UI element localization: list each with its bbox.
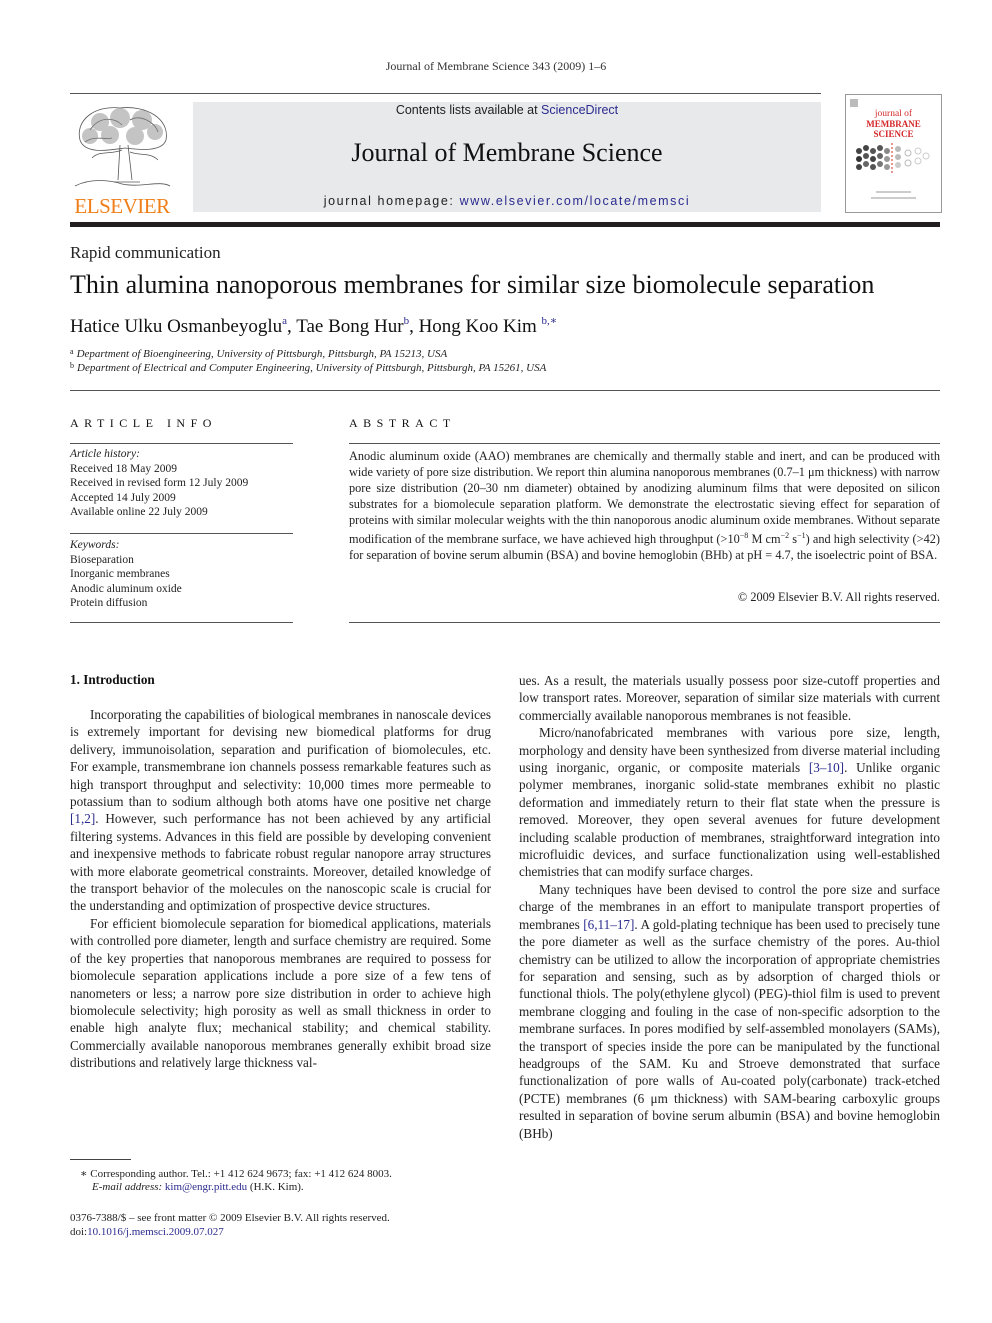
abstract-part: s	[789, 532, 798, 546]
author-name: Hong Koo Kim	[418, 316, 537, 337]
paragraph: Micro/nanofabricated membranes with vari…	[519, 724, 940, 881]
article-info-heading: ARTICLE INFO	[70, 416, 217, 430]
affiliation-mark: b	[70, 361, 74, 370]
author-list: Hatice Ulku Osmanbeyoglua, Tae Bong Hurb…	[70, 315, 558, 337]
affiliation-text: Department of Bioengineering, University…	[76, 348, 448, 360]
article-type: Rapid communication	[70, 243, 221, 262]
journal-cover-thumbnail: journal of MEMBRANE SCIENCE	[845, 94, 942, 213]
footnote-rule	[70, 1159, 131, 1160]
affiliation-text: Department of Electrical and Computer En…	[77, 362, 547, 374]
citation-link[interactable]: [3–10]	[809, 760, 844, 775]
cover-title-line2: MEMBRANE	[866, 119, 921, 129]
divider	[70, 390, 940, 391]
doi-prefix: doi:	[70, 1226, 88, 1238]
cover-footer-text-2	[871, 197, 916, 199]
homepage-line: journal homepage: www.elsevier.com/locat…	[193, 194, 821, 208]
cover-footer-text	[876, 191, 911, 193]
author-name: Tae Bong Hur	[296, 316, 404, 337]
author-name: Hatice Ulku Osmanbeyoglu	[70, 316, 283, 337]
homepage-link[interactable]: www.elsevier.com/locate/memsci	[460, 194, 691, 208]
paragraph-text: Incorporating the capabilities of biolog…	[70, 707, 491, 810]
header-thick-rule	[70, 222, 940, 227]
abstract-heading: ABSTRACT	[349, 416, 456, 430]
keyword: Inorganic membranes	[70, 568, 170, 580]
paper-title: Thin alumina nanoporous membranes for si…	[70, 270, 875, 299]
article-history-label: Article history:	[70, 448, 140, 460]
corresponding-author-note: ∗ Corresponding author. Tel.: +1 412 624…	[80, 1168, 392, 1180]
email-link[interactable]: kim@engr.pitt.edu	[165, 1181, 247, 1193]
email-label: E-mail address:	[92, 1181, 165, 1193]
paragraph-text: . A gold-plating technique has been used…	[519, 916, 940, 1141]
sciencedirect-link[interactable]: ScienceDirect	[541, 103, 618, 117]
keywords: Keywords: Bioseparation Inorganic membra…	[70, 538, 293, 611]
citation-link[interactable]: [6,11–17]	[583, 917, 634, 932]
front-matter-note: 0376-7388/$ – see front matter © 2009 El…	[70, 1212, 390, 1224]
keywords-label: Keywords:	[70, 539, 120, 551]
cover-publisher-icon	[850, 99, 858, 107]
divider	[349, 443, 940, 444]
running-head: Journal of Membrane Science 343 (2009) 1…	[385, 59, 607, 73]
doi-line: doi:10.1016/j.memsci.2009.07.027	[70, 1226, 224, 1238]
cover-title: journal of MEMBRANE SCIENCE	[846, 109, 941, 139]
divider	[70, 622, 293, 623]
doi-link[interactable]: 10.1016/j.memsci.2009.07.027	[87, 1226, 224, 1238]
top-rule	[70, 93, 821, 94]
elsevier-wordmark: ELSEVIER	[74, 194, 170, 218]
paragraph-text: . However, such performance has not been…	[70, 811, 491, 914]
history-item: Available online 22 July 2009	[70, 506, 208, 518]
contents-prefix: Contents lists available at	[395, 103, 542, 117]
email-suffix: (H.K. Kim).	[247, 1181, 304, 1193]
body-column-right: ues. As a result, the materials usually …	[519, 672, 940, 1142]
section-heading: 1. Introduction	[70, 672, 155, 687]
citation-link[interactable]: [1,2]	[70, 811, 95, 826]
copyright-notice: © 2009 Elsevier B.V. All rights reserved…	[737, 590, 940, 604]
journal-name: Journal of Membrane Science	[351, 138, 663, 167]
keyword: Anodic aluminum oxide	[70, 582, 182, 595]
keyword: Protein diffusion	[70, 597, 148, 609]
keyword: Bioseparation	[70, 553, 134, 566]
exponent: −1	[797, 531, 806, 540]
divider	[349, 622, 940, 623]
paragraph: For efficient biomolecule separation for…	[70, 915, 491, 1071]
email-note: E-mail address: kim@engr.pitt.edu (H.K. …	[92, 1181, 304, 1193]
divider	[70, 533, 293, 534]
paragraph-text: . Unlike organic polymer membranes, inor…	[519, 760, 940, 880]
abstract-text: Anodic aluminum oxide (AAO) membranes ar…	[349, 448, 940, 563]
paragraph: ues. As a result, the materials usually …	[519, 673, 940, 723]
affiliation: b Department of Electrical and Computer E…	[70, 361, 546, 374]
abstract-part: M cm	[748, 532, 781, 546]
cover-molecule-graphic-icon	[856, 143, 930, 173]
cover-title-line3: SCIENCE	[873, 129, 914, 139]
body-column-left: Incorporating the capabilities of biolog…	[70, 706, 491, 1072]
author-affiliation-link[interactable]: b	[404, 315, 410, 327]
history-item: Received 18 May 2009	[70, 462, 177, 475]
contents-line: Contents lists available at ScienceDirec…	[193, 103, 821, 117]
author-affiliation-link[interactable]: a	[282, 315, 287, 327]
paragraph: Many techniques have been devised to con…	[519, 881, 940, 1142]
homepage-prefix: journal homepage:	[323, 194, 460, 208]
exponent: −8	[739, 531, 749, 540]
exponent: −2	[780, 531, 790, 540]
author-affiliation-link[interactable]: b,∗	[542, 315, 558, 327]
paragraph: Incorporating the capabilities of biolog…	[70, 706, 491, 915]
history-item: Received in revised form 12 July 2009	[70, 477, 249, 489]
divider	[70, 443, 293, 444]
article-history: Article history: Received 18 May 2009 Re…	[70, 447, 293, 520]
cover-title-line1: journal of	[874, 109, 913, 119]
affiliation-mark: a	[70, 347, 74, 356]
history-item: Accepted 14 July 2009	[70, 491, 176, 504]
affiliation: a Department of Bioengineering, Universit…	[70, 347, 447, 360]
